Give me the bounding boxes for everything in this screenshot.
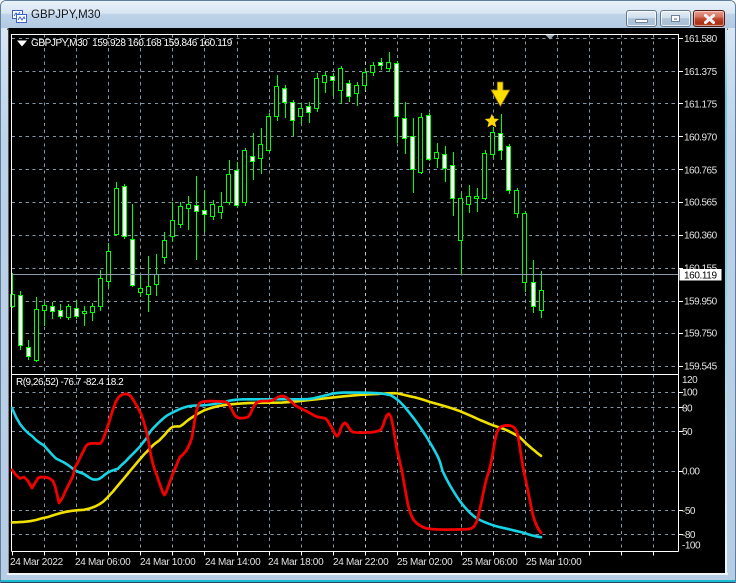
svg-text:161.175: 161.175 (684, 99, 718, 110)
svg-text:100: 100 (682, 387, 698, 398)
svg-text:-100: -100 (682, 540, 701, 551)
svg-text:25 Mar 10:00: 25 Mar 10:00 (526, 557, 582, 568)
svg-text:24 Mar 22:00: 24 Mar 22:00 (333, 557, 389, 568)
svg-text:25 Mar 06:00: 25 Mar 06:00 (462, 557, 518, 568)
svg-text:159.750: 159.750 (684, 329, 718, 340)
svg-text:160.765: 160.765 (684, 165, 718, 176)
svg-text:161.580: 161.580 (684, 34, 718, 45)
svg-text:160.360: 160.360 (684, 231, 718, 242)
svg-text:120: 120 (682, 375, 698, 386)
svg-text:-50: -50 (682, 506, 696, 517)
svg-text:24 Mar 2022: 24 Mar 2022 (10, 557, 64, 568)
svg-text:0.00: 0.00 (682, 467, 700, 478)
svg-text:161.375: 161.375 (684, 67, 718, 78)
svg-text:160.565: 160.565 (684, 198, 718, 209)
svg-text:24 Mar 10:00: 24 Mar 10:00 (140, 557, 196, 568)
svg-text:25 Mar 02:00: 25 Mar 02:00 (397, 557, 453, 568)
svg-text:R(9,26,52) -76.7 -82.4 18.2: R(9,26,52) -76.7 -82.4 18.2 (16, 377, 124, 388)
svg-text:24 Mar 06:00: 24 Mar 06:00 (75, 557, 131, 568)
svg-text:159.545: 159.545 (684, 362, 718, 373)
svg-text:GBPJPY,M30 159.928 160.168 15: GBPJPY,M30 159.928 160.168 159.846 160.1… (31, 38, 233, 49)
svg-text:159.950: 159.950 (684, 297, 718, 308)
svg-text:160.119: 160.119 (684, 271, 717, 282)
svg-text:24 Mar 18:00: 24 Mar 18:00 (268, 557, 324, 568)
svg-text:-80: -80 (682, 530, 696, 541)
svg-text:50: 50 (682, 427, 693, 438)
svg-text:160.970: 160.970 (684, 132, 718, 143)
svg-text:80: 80 (682, 403, 693, 414)
svg-text:24 Mar 14:00: 24 Mar 14:00 (205, 557, 261, 568)
